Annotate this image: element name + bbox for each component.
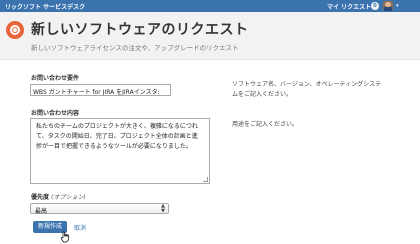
description-line: 捗が一目で把握できるようなツールが必要になりました。 [36, 143, 192, 150]
my-requests-link[interactable]: マイ リクエスト [327, 2, 371, 11]
description-line: 私たちのチームのプロジェクトが大きく、複雑になるにつれ [36, 123, 198, 130]
page-subtitle: 新しいソフトウェアライセンスの注文や、アップグレードのリクエスト [31, 44, 239, 52]
priority-label: 優先度 (オプション) [31, 192, 86, 201]
chevron-down-icon[interactable]: ▾ [396, 3, 399, 9]
request-type-icon [6, 21, 24, 39]
priority-selected-value: 最高 [35, 208, 48, 215]
summary-input[interactable]: WBS ガントチャート for JIRA をJIRAインスタ: [30, 84, 171, 96]
select-arrows-icon: ▲ ▼ [161, 203, 165, 214]
avatar-shirt [384, 7, 392, 11]
service-desk-brand-link[interactable]: リックソフト サービスデスク [5, 2, 85, 11]
description-help-text: 用途をご記入ください。 [232, 121, 299, 128]
summary-help-text: ソフトウェア名、バージョン、オペレーティングシステ ムをご記入ください。 [232, 80, 381, 100]
description-line: て、タスクの開始日、完了日、プロジェクト全体の計画と進 [36, 133, 198, 140]
description-textarea[interactable]: 私たちのチームのプロジェクトが大きく、複雑になるにつれ て、タスクの開始日、完了… [30, 118, 210, 184]
pointer-cursor-icon [61, 231, 69, 243]
priority-optional-hint: (オプション) [51, 194, 86, 201]
user-avatar[interactable] [383, 1, 393, 11]
summary-help-line: ムをご記入ください。 [232, 91, 293, 98]
top-navigation-bar: リックソフト サービスデスク マイ リクエスト 0 ▾ [0, 0, 420, 12]
summary-help-line: ソフトウェア名、バージョン、オペレーティングシステ [232, 81, 382, 88]
priority-label-text: 優先度 [31, 194, 50, 201]
cancel-link[interactable]: 取消 [74, 223, 86, 232]
page-title: 新しいソフトウェアのリクエスト [31, 22, 249, 38]
my-requests-count-badge[interactable]: 0 [371, 2, 379, 10]
request-type-header: 新しいソフトウェアのリクエスト 新しいソフトウェアライセンスの注文や、アップグレ… [0, 12, 420, 60]
description-label: お問い合わせ内容 [31, 110, 80, 117]
priority-select[interactable]: 最高 ▲ ▼ [30, 203, 169, 215]
resize-handle-icon[interactable] [203, 177, 208, 182]
logo-dot [13, 28, 17, 32]
summary-label: お問い合わせ要件 [31, 75, 80, 82]
